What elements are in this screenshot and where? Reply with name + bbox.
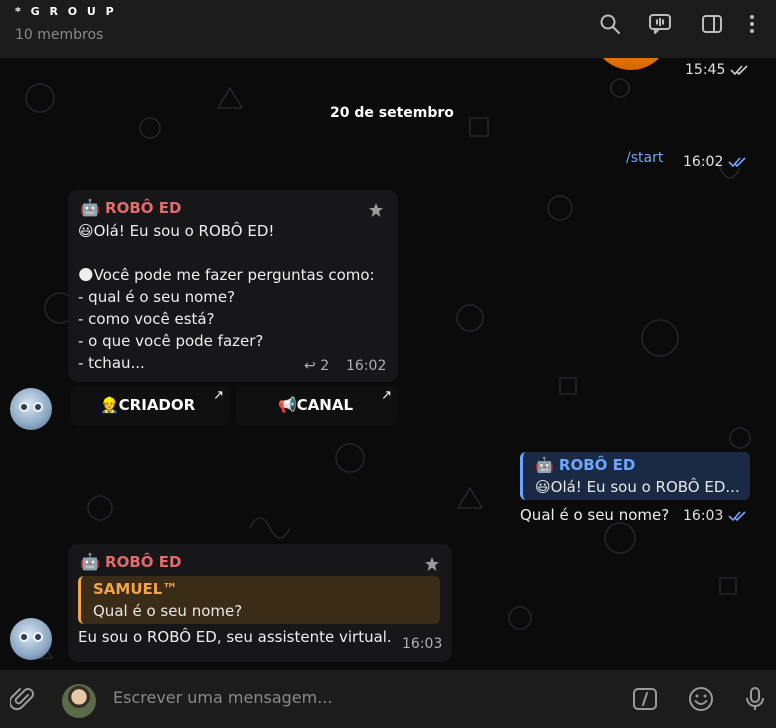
- message-input[interactable]: Escrever uma mensagem...: [113, 688, 332, 707]
- sidebar-toggle-icon[interactable]: [700, 12, 724, 36]
- start-command-link[interactable]: /start: [626, 150, 663, 166]
- bot-answer-message[interactable]: 🤖 ROBÔ ED SAMUEL™ Qual é o seu nome? Eu …: [68, 544, 452, 662]
- emoji-icon[interactable]: [688, 686, 714, 712]
- quoted-message[interactable]: 🤖 ROBÔ ED 😃Olá! Eu sou o ROBÔ ED...: [520, 452, 750, 500]
- chat-header[interactable]: * G R O U P 10 membros: [0, 0, 776, 58]
- search-icon[interactable]: [598, 12, 622, 36]
- date-separator: 20 de setembro: [330, 105, 454, 121]
- quote-author: 🤖 ROBÔ ED: [535, 456, 636, 474]
- read-ticks-icon: [730, 64, 750, 76]
- message-text: 😃Olá! Eu sou o ROBÔ ED! 🌑Você pode me fa…: [78, 220, 375, 374]
- message-line: - o que você pode fazer?: [78, 332, 264, 350]
- read-ticks-icon: [728, 510, 748, 522]
- quote-text: 😃Olá! Eu sou o ROBÔ ED...: [535, 478, 740, 496]
- bot-avatar[interactable]: [10, 388, 52, 430]
- message-author[interactable]: 🤖 ROBÔ ED: [80, 552, 181, 571]
- read-ticks-icon: [728, 156, 748, 168]
- message-time: 16:03: [402, 636, 443, 652]
- reply-arrow-icon: ↩: [304, 358, 316, 374]
- criador-button[interactable]: 👷CRIADOR ↗: [70, 386, 230, 426]
- user-avatar[interactable]: [62, 684, 96, 718]
- message-time: 15:45: [685, 62, 750, 78]
- star-icon[interactable]: [368, 202, 384, 218]
- star-icon[interactable]: [424, 556, 440, 572]
- message-line: - qual é o seu nome?: [78, 288, 236, 306]
- robot-icon: 🤖: [80, 198, 100, 217]
- message-time: 16:03: [683, 508, 748, 524]
- quoted-message[interactable]: SAMUEL™ Qual é o seu nome?: [78, 576, 440, 624]
- message-line: 😃Olá! Eu sou o ROBÔ ED!: [78, 222, 275, 240]
- chat-title[interactable]: * G R O U P: [15, 5, 117, 18]
- bot-welcome-message[interactable]: 🤖 ROBÔ ED 😃Olá! Eu sou o ROBÔ ED! 🌑Você …: [68, 190, 398, 382]
- external-link-icon: ↗: [213, 388, 224, 403]
- replies-indicator[interactable]: ↩ 2: [304, 358, 329, 374]
- microphone-icon[interactable]: [742, 686, 768, 712]
- user-question-message[interactable]: 🤖 ROBÔ ED 😃Olá! Eu sou o ROBÔ ED... Qual…: [512, 446, 762, 534]
- quote-text: Qual é o seu nome?: [93, 602, 243, 620]
- quote-author: SAMUEL™: [93, 580, 178, 598]
- telegram-window: * G R O U P 10 membros 15:45 20 de setem…: [0, 0, 776, 728]
- voice-chat-icon[interactable]: [648, 12, 672, 36]
- members-count[interactable]: 10 membros: [15, 27, 103, 43]
- message-line: - como você está?: [78, 310, 215, 328]
- message-line-blank: [78, 242, 375, 264]
- canal-button[interactable]: 📢CANAL ↗: [236, 386, 398, 426]
- bot-avatar[interactable]: [10, 618, 52, 660]
- attach-icon[interactable]: [10, 686, 36, 712]
- robot-icon: 🤖: [80, 552, 100, 571]
- bot-commands-icon[interactable]: [632, 686, 658, 712]
- composer-bar: Escrever uma mensagem...: [0, 670, 776, 728]
- message-time: 16:02: [346, 358, 387, 374]
- message-line: 🌑Você pode me fazer perguntas como:: [78, 266, 375, 284]
- message-text: Eu sou o ROBÔ ED, seu assistente virtual…: [78, 628, 392, 646]
- message-time: 16:02: [683, 154, 748, 170]
- external-link-icon: ↗: [381, 388, 392, 403]
- message-line: - tchau...: [78, 354, 145, 372]
- message-author[interactable]: 🤖 ROBÔ ED: [80, 198, 181, 217]
- message-list[interactable]: 15:45 20 de setembro /start 16:02 🤖 ROBÔ…: [0, 58, 776, 670]
- message-text: Qual é o seu nome?: [520, 506, 670, 524]
- more-options-icon[interactable]: [740, 12, 764, 36]
